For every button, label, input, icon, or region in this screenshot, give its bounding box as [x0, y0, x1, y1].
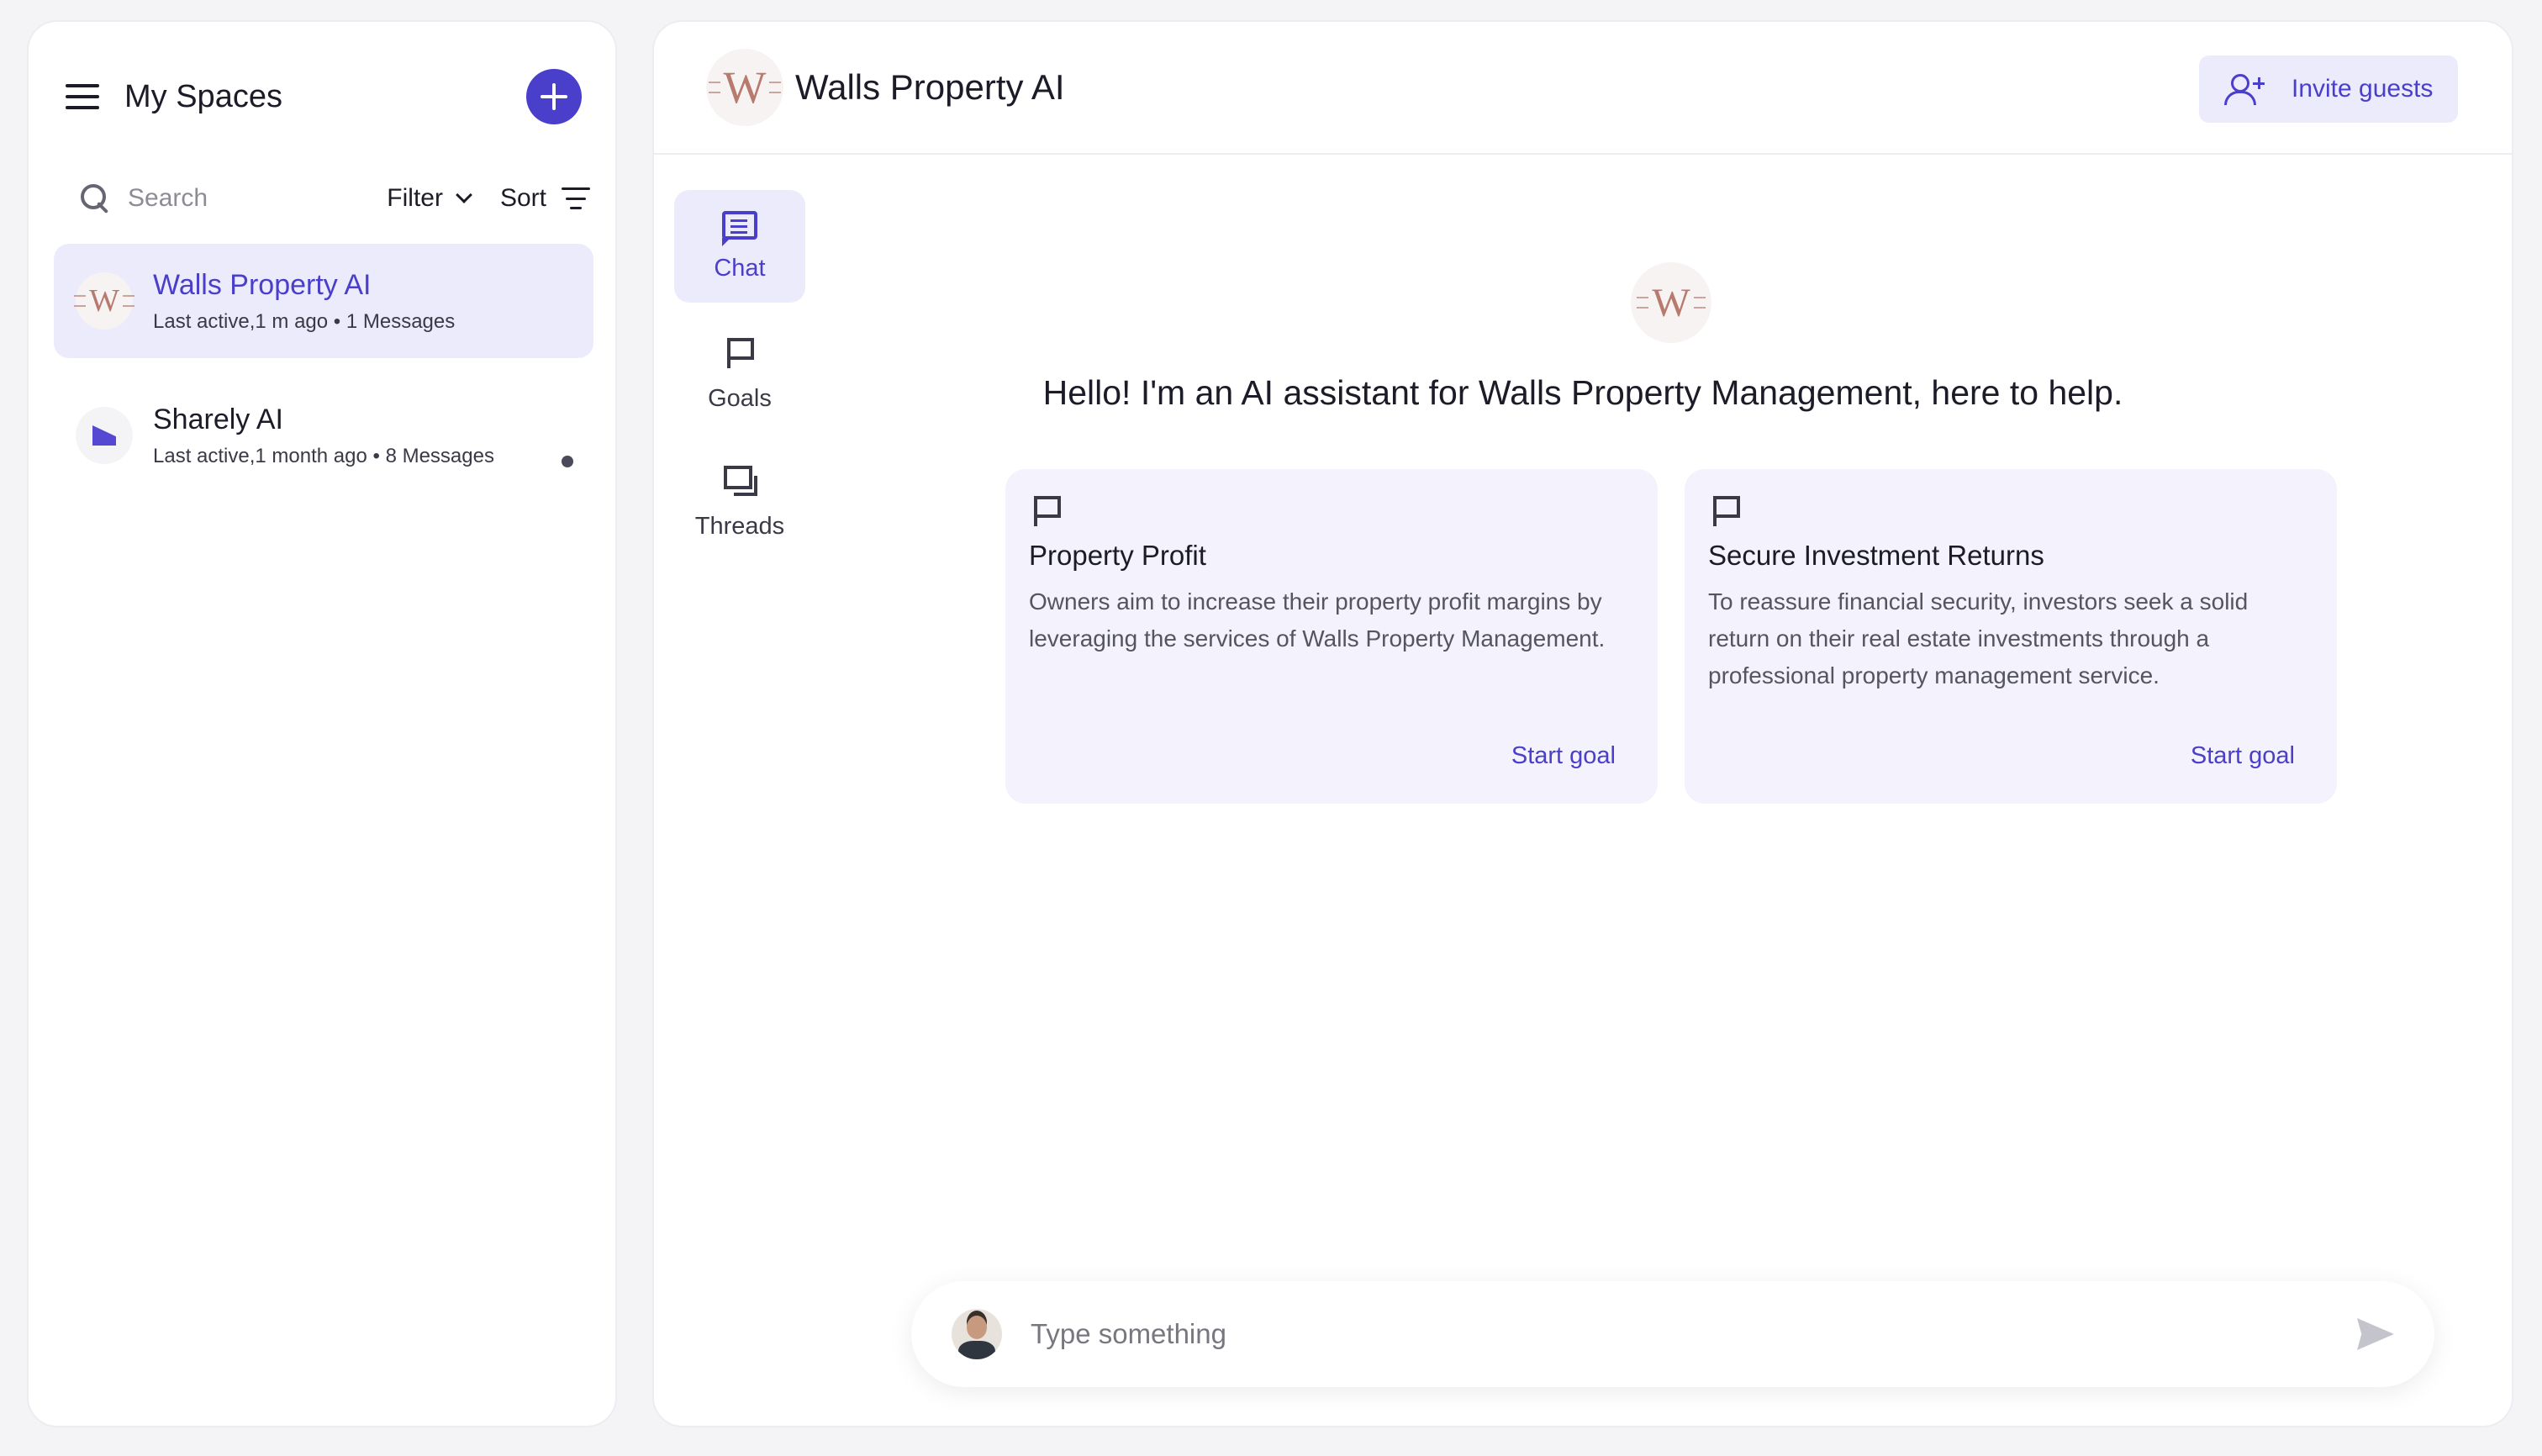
person-add-icon — [2224, 74, 2266, 105]
sort-icon — [562, 187, 590, 209]
goal-card[interactable]: Property Profit Owners aim to increase t… — [1005, 469, 1658, 804]
add-space-button[interactable] — [526, 69, 582, 124]
flag-icon — [722, 336, 757, 370]
avatar — [952, 1309, 1002, 1359]
filter-label: Filter — [387, 184, 443, 212]
walls-logo: W — [706, 49, 783, 126]
nav-rail: Chat Goals Threads — [674, 190, 805, 573]
search-icon — [79, 182, 111, 214]
filter-button[interactable]: Filter — [387, 184, 472, 213]
tab-chat[interactable]: Chat — [674, 190, 805, 303]
search-box — [79, 182, 356, 214]
walls-logo: W — [76, 272, 133, 330]
space-item-walls-property-ai[interactable]: W Walls Property AI Last active,1 m ago … — [54, 244, 593, 358]
space-meta: Last active,1 month ago • 8 Messages — [153, 444, 494, 467]
menu-icon[interactable] — [66, 84, 99, 109]
sort-button[interactable]: Sort — [500, 184, 590, 213]
invite-guests-button[interactable]: Invite guests — [2199, 55, 2458, 123]
goal-card[interactable]: Secure Investment Returns To reassure fi… — [1685, 469, 2337, 804]
space-name: Sharely AI — [153, 403, 283, 435]
unread-dot — [562, 456, 573, 467]
assistant-greeting: Hello! I'm an AI assistant for Walls Pro… — [1042, 373, 2123, 412]
invite-label: Invite guests — [2291, 75, 2434, 103]
goal-description: Owners aim to increase their property pr… — [1029, 588, 1606, 652]
sort-label: Sort — [499, 184, 546, 212]
space-meta: Last active,1 m ago • 1 Messages — [153, 309, 456, 333]
space-item-sharely-ai[interactable]: Sharely AI Last active,1 month ago • 8 M… — [54, 378, 593, 493]
assistant-logo: W — [1631, 262, 1711, 343]
message-input[interactable] — [1031, 1318, 2291, 1350]
space-text: Walls Property AI Last active,1 m ago • … — [153, 269, 455, 334]
goal-title: Secure Investment Returns — [1708, 540, 2044, 571]
search-input[interactable] — [128, 184, 330, 213]
sidebar-header: My Spaces — [66, 67, 582, 126]
chevron-down-icon — [456, 187, 472, 203]
message-composer — [911, 1281, 2434, 1387]
start-goal-button[interactable]: Start goal — [2191, 742, 2295, 770]
goal-description: To reassure financial security, investor… — [1708, 588, 2249, 688]
main-panel: W Walls Property AI Invite guests Chat G… — [652, 20, 2513, 1427]
tab-label: Threads — [694, 512, 785, 540]
threads-icon — [722, 464, 757, 498]
flag-icon — [1708, 494, 1743, 528]
send-icon[interactable] — [2357, 1318, 2394, 1350]
chat-icon — [722, 210, 757, 246]
spaces-sidebar: My Spaces Filter Sort W Walls Property A… — [27, 20, 617, 1427]
space-text: Sharely AI Last active,1 month ago • 8 M… — [153, 404, 494, 468]
sharely-logo — [76, 407, 133, 464]
page-title: Walls Property AI — [795, 67, 1065, 107]
start-goal-button[interactable]: Start goal — [1511, 742, 1616, 770]
goal-title: Property Profit — [1029, 540, 1206, 571]
tab-label: Chat — [714, 254, 766, 282]
space-name: Walls Property AI — [153, 268, 372, 301]
sidebar-tools: Filter Sort — [79, 173, 590, 224]
tab-goals[interactable]: Goals — [674, 318, 805, 430]
flag-icon — [1029, 494, 1064, 528]
main-header: W Walls Property AI Invite guests — [654, 22, 2512, 155]
tab-label: Goals — [708, 384, 772, 412]
sidebar-title: My Spaces — [124, 78, 282, 114]
tab-threads[interactable]: Threads — [674, 446, 805, 558]
